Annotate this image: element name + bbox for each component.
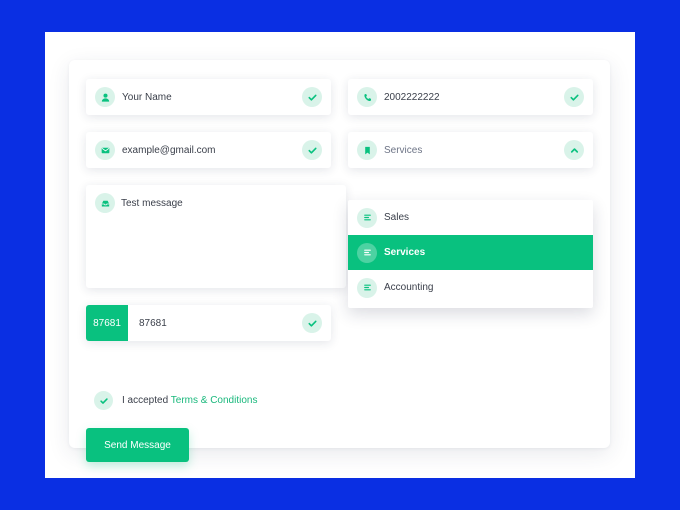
terms-prefix: I accepted bbox=[122, 395, 169, 406]
terms-checkbox[interactable] bbox=[94, 391, 113, 410]
phone-icon bbox=[357, 87, 377, 107]
dropdown-option-label: Accounting bbox=[384, 282, 434, 293]
terms-link[interactable]: Terms & Conditions bbox=[171, 395, 258, 406]
list-icon bbox=[357, 277, 377, 298]
email-field[interactable]: example@gmail.com bbox=[86, 132, 331, 168]
phone-value: 2002222222 bbox=[384, 91, 440, 103]
mail-icon bbox=[95, 140, 115, 160]
name-field[interactable]: Your Name bbox=[86, 79, 331, 115]
name-value: Your Name bbox=[122, 91, 172, 103]
dropdown-option-accounting[interactable]: Accounting bbox=[348, 270, 593, 305]
terms-label: I accepted Terms & Conditions bbox=[122, 395, 257, 406]
message-value: Test message bbox=[121, 198, 183, 209]
list-icon bbox=[357, 207, 377, 228]
dropdown-option-label: Services bbox=[384, 247, 426, 258]
send-message-button[interactable]: Send Message bbox=[86, 428, 189, 462]
captcha-field[interactable]: 87681 87681 bbox=[86, 305, 331, 341]
captcha-value: 87681 bbox=[139, 317, 167, 329]
list-icon bbox=[357, 242, 377, 263]
dropdown-option-services[interactable]: Services bbox=[348, 235, 593, 270]
services-select[interactable]: Services bbox=[348, 132, 593, 168]
contact-form-card: Your Name 2002222222 example@gmail.com S… bbox=[69, 60, 610, 462]
bookmark-icon bbox=[357, 140, 377, 160]
check-icon bbox=[302, 313, 322, 333]
services-dropdown-menu: Sales Services Accounting bbox=[348, 200, 593, 308]
phone-field[interactable]: 2002222222 bbox=[348, 79, 593, 115]
dropdown-option-sales[interactable]: Sales bbox=[348, 200, 593, 235]
message-textarea[interactable]: Test message bbox=[86, 185, 346, 288]
inbox-icon bbox=[95, 193, 115, 213]
check-icon bbox=[302, 140, 322, 160]
chevron-up-icon[interactable] bbox=[564, 140, 584, 160]
page-frame: Your Name 2002222222 example@gmail.com S… bbox=[45, 32, 635, 478]
services-placeholder: Services bbox=[384, 144, 423, 156]
dropdown-option-label: Sales bbox=[384, 212, 410, 223]
check-icon bbox=[302, 87, 322, 107]
captcha-code: 87681 bbox=[86, 305, 128, 341]
check-icon bbox=[564, 87, 584, 107]
terms-row: I accepted Terms & Conditions bbox=[94, 391, 257, 410]
email-value: example@gmail.com bbox=[122, 144, 216, 156]
user-icon bbox=[95, 87, 115, 107]
